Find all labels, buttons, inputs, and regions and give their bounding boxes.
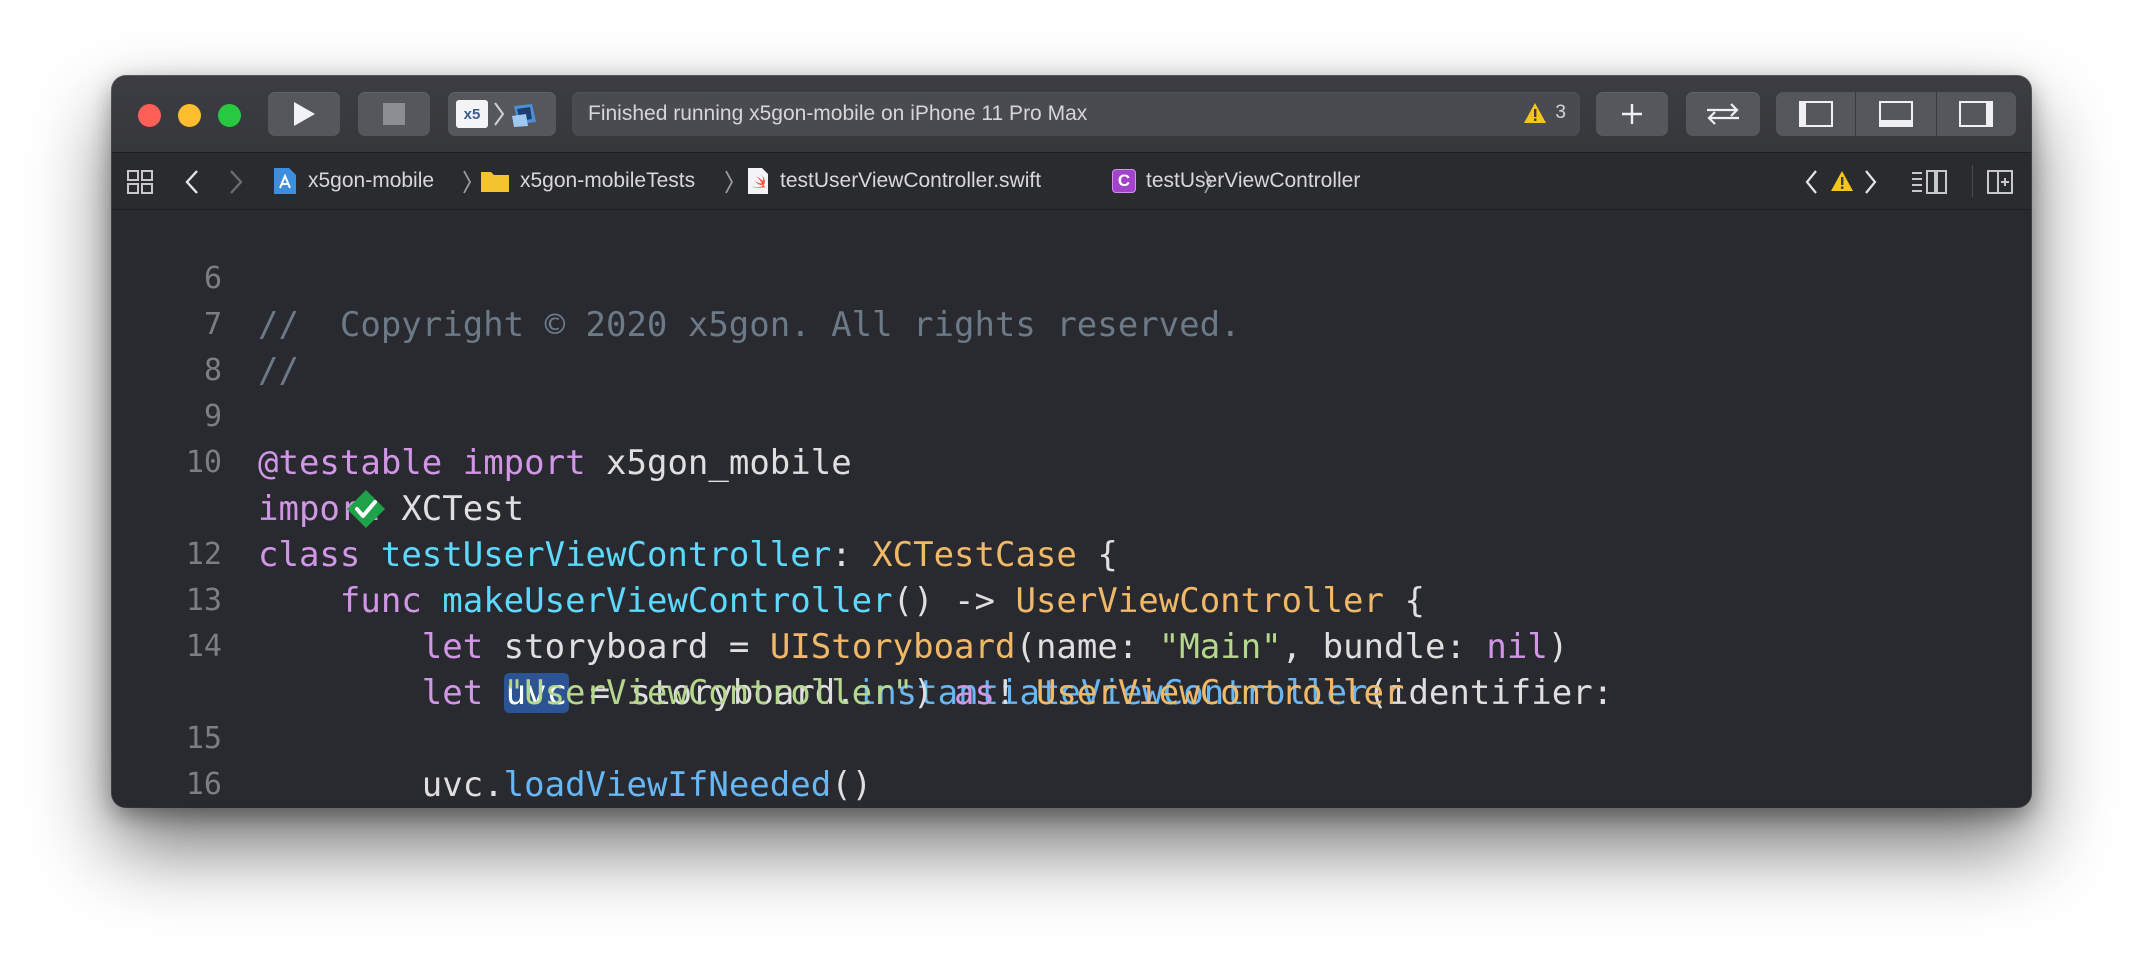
project-icon [274,168,296,194]
right-panel-icon [1959,101,1994,127]
panel-toggle-group [1776,92,2016,136]
warnings-indicator[interactable]: 3 [1523,102,1566,124]
crumb-project[interactable]: x5gon-mobile [272,153,434,209]
crumb-file[interactable]: testUserViewController.swift [746,153,1041,209]
related-items-icon[interactable] [126,169,154,195]
code-line: 17 } [112,762,2031,807]
forward-icon[interactable] [228,169,244,195]
code-line: 7 // [112,256,2031,391]
crumb-label: testUserViewController [1146,169,1361,192]
run-button[interactable] [268,92,340,136]
code-line: 10 import XCTest [112,394,2031,529]
debug-area-toggle[interactable] [1856,92,1937,136]
code-line: 6 // Copyright © 2020 x5gon. All rights … [112,210,2031,345]
crumb-label: x5gon-mobile [308,169,435,192]
test-passed-icon[interactable] [182,443,385,528]
arrows-icon [1707,103,1739,125]
zoom-window-button[interactable] [218,104,241,127]
editor-options-icon[interactable] [1910,169,1948,195]
plus-icon [1622,104,1642,124]
crumb-label: x5gon-mobileTests [520,169,696,192]
warning-icon[interactable] [1830,170,1854,192]
stop-icon [383,103,405,125]
warning-count: 3 [1555,102,1566,123]
folder-icon [481,172,509,192]
source-editor[interactable]: 6 // Copyright © 2020 x5gon. All rights … [112,210,2031,807]
toolbar: x5 Finished running x5gon-mobile on iPho… [112,76,2031,153]
warning-icon [1524,103,1547,123]
crumb-symbol[interactable]: C testUserViewController [1112,153,1360,209]
jump-bar: x5gon-mobile x5gon-mobileTests testUserV… [112,153,2031,210]
navigator-toggle[interactable] [1776,92,1857,136]
play-icon [294,102,315,126]
jumpbar-divider [1972,165,1973,197]
next-issue-icon[interactable] [1864,169,1878,195]
code-line: 9 @testable import x5gon_mobile [112,348,2031,483]
code-line: 16 return uvc [112,716,2031,802]
xcode-window: x5 Finished running x5gon-mobile on iPho… [112,76,2031,807]
stop-button[interactable] [358,92,430,136]
bottom-panel-icon [1878,101,1913,127]
back-icon[interactable] [184,169,200,195]
swift-file-icon [748,168,768,194]
code-line: 8 [112,302,2031,388]
chevron-right-icon [494,102,505,126]
code-line: 12 func makeUserViewController() -> User… [112,486,2031,621]
code-line: 15 uvc.loadViewIfNeeded() [112,670,2031,805]
app-scheme-icon: x5 [456,100,488,128]
scheme-selector[interactable]: x5 [448,92,556,136]
inspector-toggle[interactable] [1937,92,2016,136]
code-line: 14 let uvc = storyboard.instantiateViewC… [112,578,2031,713]
code-line: 13 let storyboard = UIStoryboard(name: "… [112,532,2031,667]
chevron-right-icon [463,170,472,194]
left-panel-icon [1798,101,1833,127]
activity-viewer: Finished running x5gon-mobile on iPhone … [572,92,1580,136]
library-button[interactable] [1596,92,1668,136]
code-line: class testUserViewController: XCTestCase… [112,440,2031,575]
close-window-button[interactable] [138,104,161,127]
crumb-label: testUserViewController.swift [780,169,1042,192]
add-editor-icon[interactable] [1986,169,2014,195]
crumb-folder[interactable]: x5gon-mobileTests [480,153,695,209]
class-icon: C [1112,169,1136,193]
device-icon [512,104,536,127]
minimize-window-button[interactable] [178,104,201,127]
code-review-button[interactable] [1686,92,1760,136]
chevron-right-icon [725,170,734,194]
previous-issue-icon[interactable] [1804,169,1818,195]
code-line: "UserViewController") as! UserViewContro… [112,624,2031,713]
build-status-text: Finished running x5gon-mobile on iPhone … [588,102,1088,125]
